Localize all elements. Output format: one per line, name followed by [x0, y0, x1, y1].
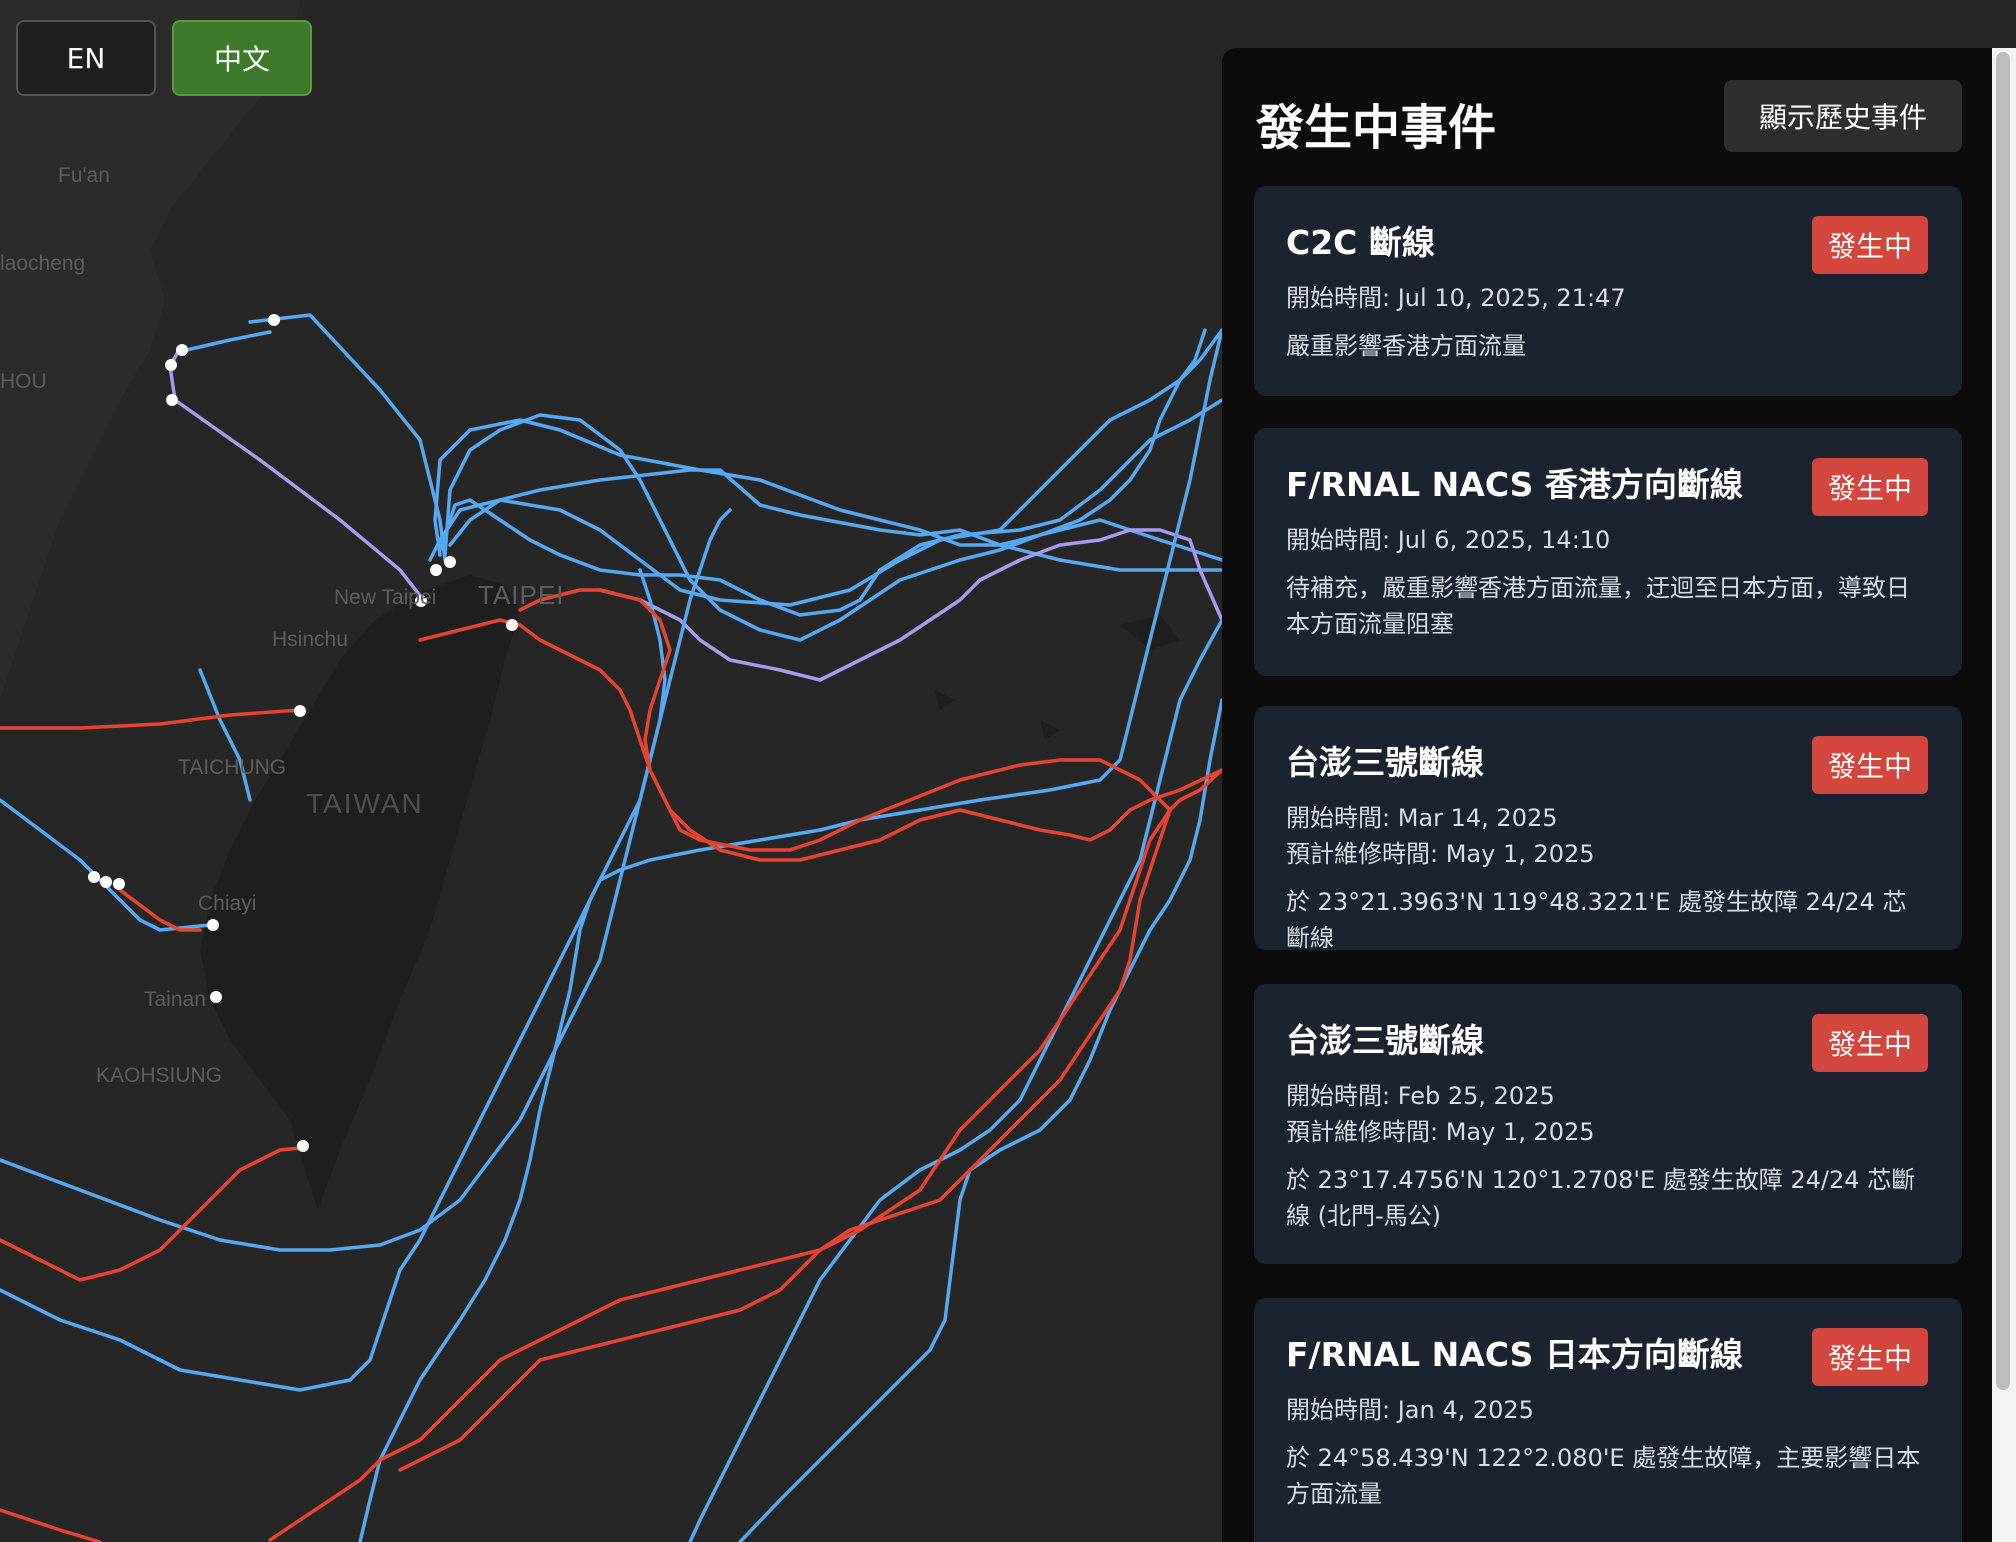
language-en-button[interactable]: EN [16, 20, 156, 96]
cable-faulty-line[interactable] [0, 708, 302, 730]
event-title: F/RNAL NACS 香港方向斷線 [1286, 465, 1743, 504]
map-label-laocheng: laocheng [0, 252, 86, 275]
mainland-landmass [0, 0, 300, 700]
map-label-hsinchu: Hsinchu [272, 628, 348, 651]
event-title: 台澎三號斷線 [1286, 1021, 1484, 1060]
event-description: 於 24°58.439'N 122°2.080'E 處發生故障，主要影響日本方面… [1286, 1444, 1921, 1508]
map-label-taiwan: TAIWAN [306, 788, 424, 819]
landing-point[interactable] [506, 619, 518, 631]
event-card[interactable]: F/RNAL NACS 香港方向斷線 發生中 開始時間: Jul 6, 2025… [1254, 428, 1962, 676]
event-repair-time: 預計維修時間: May 1, 2025 [1286, 840, 1595, 868]
cable-line[interactable] [176, 330, 272, 354]
status-badge: 發生中 [1812, 736, 1928, 794]
map-label-taichung: TAICHUNG [178, 756, 287, 779]
landing-point[interactable] [113, 878, 125, 890]
map-label-fuan: Fu'an [58, 164, 110, 187]
event-description: 嚴重影響香港方面流量 [1286, 332, 1526, 360]
landing-point[interactable] [297, 1140, 309, 1152]
cable-line[interactable] [248, 313, 447, 562]
event-title: 台澎三號斷線 [1286, 743, 1484, 782]
cable-faulty-line[interactable] [418, 618, 1224, 862]
event-start-time: 開始時間: Feb 25, 2025 [1286, 1082, 1555, 1110]
landing-point[interactable] [207, 919, 219, 931]
event-start-time: 開始時間: Jul 10, 2025, 21:47 [1286, 284, 1626, 312]
map-label-hou: HOU [0, 370, 47, 393]
status-badge: 發生中 [1812, 1014, 1928, 1072]
event-description: 待補充，嚴重影響香港方面流量，迂迴至日本方面，導致日本方面流量阻塞 [1286, 574, 1910, 638]
cable-faulty-line[interactable] [398, 808, 1172, 1472]
landing-point[interactable] [268, 314, 280, 326]
panel-title: 發生中事件 [1256, 100, 1497, 156]
event-description: 於 23°17.4756'N 120°1.2708'E 處發生故障 24/24 … [1286, 1166, 1916, 1230]
cable-faulty-line[interactable] [0, 1146, 302, 1282]
cable-line[interactable] [198, 668, 252, 802]
event-title: C2C 斷線 [1286, 223, 1435, 262]
cable-line[interactable] [0, 798, 212, 932]
event-start-time: 開始時間: Jan 4, 2025 [1286, 1396, 1534, 1424]
show-history-button[interactable]: 顯示歷史事件 [1724, 80, 1962, 152]
landing-point[interactable] [165, 359, 177, 371]
cable-line[interactable] [688, 618, 1224, 1542]
active-events-panel: 發生中事件 顯示歷史事件 C2C 斷線 發生中 開始時間: Jul 10, 20… [1222, 48, 1996, 1542]
status-badge: 發生中 [1812, 1328, 1928, 1386]
landing-point[interactable] [430, 564, 442, 576]
event-start-time: 開始時間: Jul 6, 2025, 14:10 [1286, 526, 1611, 554]
landing-point[interactable] [88, 871, 100, 883]
event-card[interactable]: F/RNAL NACS 日本方向斷線 發生中 開始時間: Jan 4, 2025… [1254, 1298, 1962, 1542]
event-card[interactable]: 台澎三號斷線 發生中 開始時間: Feb 25, 2025 預計維修時間: Ma… [1254, 984, 1962, 1264]
map-label-taipei: TAIPEI [478, 580, 565, 610]
map-label-new-taipei: New Taipei [334, 586, 437, 609]
status-badge: 發生中 [1812, 458, 1928, 516]
event-repair-time: 預計維修時間: May 1, 2025 [1286, 1118, 1595, 1146]
language-zh-button[interactable]: 中文 [172, 20, 312, 96]
status-badge: 發生中 [1812, 216, 1928, 274]
event-start-time: 開始時間: Mar 14, 2025 [1286, 804, 1558, 832]
event-title: F/RNAL NACS 日本方向斷線 [1286, 1335, 1743, 1374]
event-card[interactable]: 台澎三號斷線 發生中 開始時間: Mar 14, 2025 預計維修時間: Ma… [1254, 706, 1962, 952]
cable-faulty-line[interactable] [0, 1508, 102, 1542]
cable-faulty-line[interactable] [518, 588, 1224, 852]
landing-point[interactable] [294, 705, 306, 717]
map-label-tainan: Tainan [144, 988, 206, 1011]
landing-point[interactable] [100, 876, 112, 888]
landing-point[interactable] [444, 556, 456, 568]
landing-point[interactable] [166, 394, 178, 406]
cable-line[interactable] [168, 350, 427, 604]
map-label-kaohsiung: KAOHSIUNG [96, 1064, 223, 1087]
panel-scrollbar-thumb[interactable] [1996, 52, 2010, 1390]
ryukyu-islands [935, 615, 1180, 740]
event-card[interactable]: C2C 斷線 發生中 開始時間: Jul 10, 2025, 21:47 嚴重影… [1254, 186, 1962, 396]
map-label-chiayi: Chiayi [198, 892, 257, 915]
landing-point[interactable] [210, 991, 222, 1003]
event-description: 於 23°21.3963'N 119°48.3221'E 處發生故障 24/24… [1286, 888, 1907, 952]
landing-point[interactable] [176, 344, 188, 356]
